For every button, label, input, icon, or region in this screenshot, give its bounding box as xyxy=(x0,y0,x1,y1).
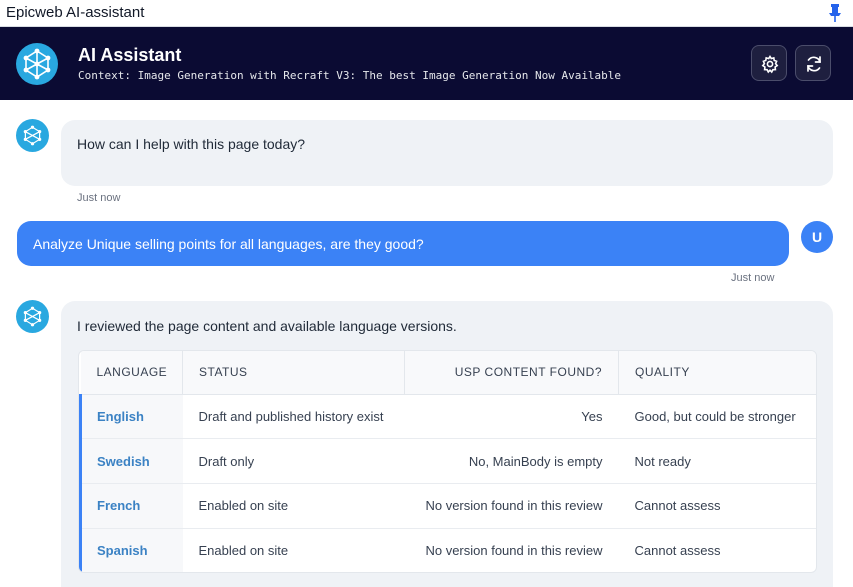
column-header-quality: QUALITY xyxy=(618,351,816,395)
assistant-avatar xyxy=(16,119,49,152)
language-usp-table: LANGUAGE STATUS USP CONTENT FOUND? QUALI… xyxy=(78,350,817,573)
cell-language: French xyxy=(79,483,183,529)
message-timestamp: Just now xyxy=(77,192,121,204)
cell-quality: Not ready xyxy=(618,438,816,484)
cell-status: Draft only xyxy=(182,438,405,484)
table-row: English Draft and published history exis… xyxy=(79,394,816,440)
assistant-message-greeting: How can I help with this page today? xyxy=(61,120,833,186)
user-message: Analyze Unique selling points for all la… xyxy=(17,221,789,266)
cell-status: Enabled on site xyxy=(198,543,289,559)
assistant-logo xyxy=(16,43,58,85)
assistant-avatar xyxy=(16,300,49,333)
page-context: Context: Image Generation with Recraft V… xyxy=(78,69,622,82)
message-text: How can I help with this page today? xyxy=(77,136,306,152)
gear-icon xyxy=(761,54,779,74)
cell-language: Spanish xyxy=(79,528,183,572)
settings-button[interactable] xyxy=(751,45,787,81)
cell-usp-found: No version found in this review xyxy=(425,543,603,559)
column-header-status: STATUS xyxy=(182,351,405,395)
window-titlebar: Epicweb AI-assistant xyxy=(0,0,853,27)
cell-status: Enabled on site xyxy=(182,483,405,529)
cell-usp-found: No version found in this review xyxy=(404,483,619,529)
network-icon xyxy=(23,306,42,327)
cell-language: Swedish xyxy=(79,438,183,484)
table-header-row: LANGUAGE STATUS USP CONTENT FOUND? QUALI… xyxy=(80,351,816,395)
message-timestamp: Just now xyxy=(731,272,775,284)
cell-usp-found: Yes xyxy=(404,394,619,440)
column-header-usp-found: USP CONTENT FOUND? xyxy=(404,351,619,395)
cell-status: Draft and published history exist xyxy=(182,394,405,440)
refresh-icon xyxy=(807,56,821,72)
cell-quality: Cannot assess xyxy=(634,543,721,559)
user-avatar: U xyxy=(801,221,833,253)
assistant-header: AI Assistant Context: Image Generation w… xyxy=(0,27,853,100)
table-row: Spanish Enabled on site No version found… xyxy=(79,528,817,572)
message-text: Analyze Unique selling points for all la… xyxy=(33,236,424,252)
cell-quality: Cannot assess xyxy=(618,483,816,529)
table-row: French Enabled on site No version found … xyxy=(79,483,816,529)
cell-language: English xyxy=(79,394,183,440)
window-title: Epicweb AI-assistant xyxy=(6,4,145,21)
message-text: I reviewed the page content and availabl… xyxy=(77,318,457,334)
refresh-button[interactable] xyxy=(795,45,831,81)
assistant-title: AI Assistant xyxy=(78,45,182,65)
column-header-language: LANGUAGE xyxy=(80,351,183,395)
network-icon xyxy=(23,125,42,146)
cell-quality: Good, but could be stronger xyxy=(618,394,816,440)
network-icon xyxy=(23,48,51,80)
pin-icon[interactable] xyxy=(827,3,843,23)
table-row: Swedish Draft only No, MainBody is empty… xyxy=(79,438,816,484)
cell-usp-found: No, MainBody is empty xyxy=(404,438,619,484)
